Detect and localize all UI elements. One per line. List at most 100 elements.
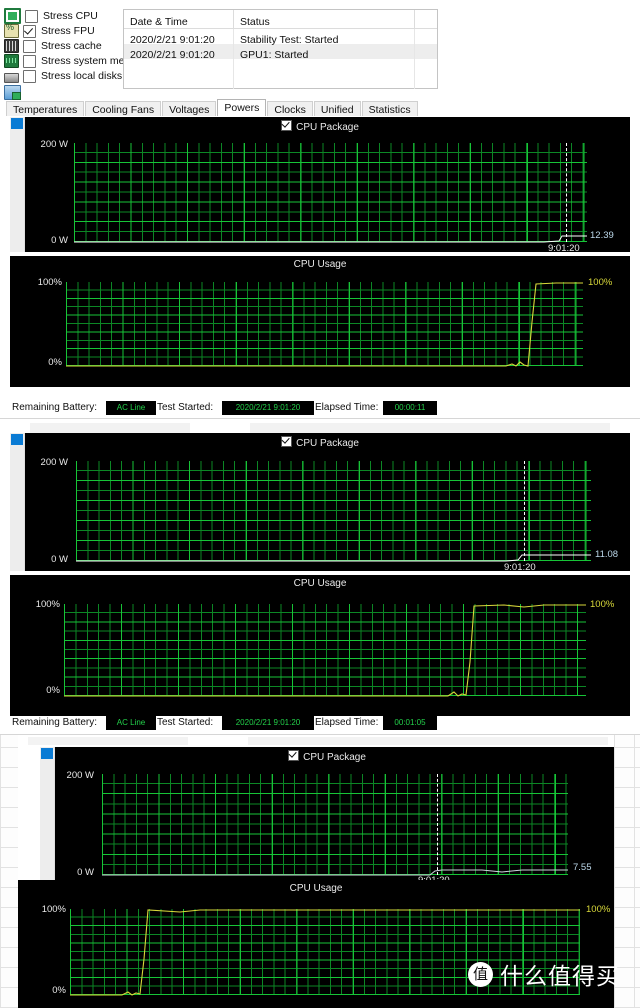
stress-option-row[interactable]: Stress FPU — [4, 22, 124, 38]
site-watermark: 值 什么值得买 — [468, 957, 620, 991]
test-started-value: 2020/2/21 9:01:20 — [222, 716, 314, 730]
cpu-package-checkbox[interactable] — [288, 750, 300, 761]
stress-option-row[interactable]: Stress local disks — [4, 69, 124, 83]
table-row-empty — [124, 74, 437, 89]
stress-option-row[interactable]: Stress CPU — [4, 8, 124, 24]
power-graph-panel-3: CPU Package 200 W 0 W 7.55 9:01:20 — [40, 747, 614, 884]
stress-option-row[interactable]: Stress system mem — [4, 54, 133, 68]
power-y-axis-min: 0 W — [77, 867, 94, 878]
stress-option-label: Stress FPU — [41, 25, 95, 37]
elapsed-time-label: Elapsed Time: — [315, 717, 379, 728]
elapsed-time-value: 00:01:05 — [383, 716, 437, 730]
power-plot-area — [74, 143, 587, 243]
power-current-value: 7.55 — [573, 862, 592, 873]
screenshot-panel-3: CPU Package 200 W 0 W 7.55 9:01:20 CPU U… — [0, 735, 640, 1008]
stress-system-mem-checkbox[interactable] — [23, 54, 36, 68]
tab-unified[interactable]: Unified — [313, 101, 361, 116]
graph-scrollbar[interactable] — [40, 747, 55, 884]
graph-scrollbar[interactable] — [10, 117, 25, 252]
stress-cpu-checkbox[interactable] — [25, 9, 38, 23]
watermark-badge-icon: 值 — [468, 961, 493, 987]
test-started-label: Test Started: — [157, 402, 214, 413]
scrollbar-thumb[interactable] — [11, 434, 23, 445]
column-header-datetime: Date & Time — [130, 16, 188, 28]
scrollbar-thumb[interactable] — [11, 118, 23, 129]
power-trace — [74, 235, 587, 243]
usage-y-axis-min: 0% — [52, 985, 66, 996]
tab-voltages[interactable]: Voltages — [162, 101, 217, 116]
stress-option-label: Stress CPU — [43, 10, 98, 22]
cpu-package-checkbox[interactable] — [281, 436, 293, 447]
battery-value: AC Line — [106, 401, 156, 415]
usage-trace — [64, 604, 586, 697]
memory-icon — [4, 54, 19, 68]
power-x-axis-timestamp: 9:01:20 — [548, 243, 580, 252]
power-x-axis-timestamp: 9:01:20 — [504, 562, 536, 571]
power-graph-title: CPU Package — [303, 752, 366, 763]
usage-y-axis-max: 100% — [35, 599, 60, 610]
power-y-axis-min: 0 W — [51, 235, 68, 246]
fpu-icon — [4, 22, 19, 38]
watermark-text: 什么值得买 — [500, 964, 620, 990]
table-row-empty — [124, 59, 437, 74]
tab-clocks[interactable]: Clocks — [267, 101, 313, 116]
power-y-axis-max: 200 W — [40, 139, 68, 150]
power-current-value: 12.39 — [590, 230, 614, 241]
status-bar-panel-1: Remaining Battery: AC Line Test Started:… — [0, 400, 640, 415]
usage-plot-area — [64, 604, 586, 697]
extra-icon-row[interactable] — [4, 84, 124, 100]
usage-plot-area — [66, 282, 583, 367]
tab-statistics[interactable]: Statistics — [361, 101, 418, 116]
screenshot-page: Stress CPU Stress FPU Stress cache Stres… — [0, 0, 640, 1008]
status-bar-panel-2: Remaining Battery: AC Line Test Started:… — [0, 715, 640, 730]
power-y-axis-min: 0 W — [51, 554, 68, 565]
stress-fpu-checkbox[interactable] — [23, 24, 36, 38]
tab-powers[interactable]: Powers — [217, 99, 267, 116]
usage-trace — [66, 282, 583, 367]
event-log-table[interactable]: Date & Time Status 2020/2/21 9:01:20 Sta… — [123, 9, 438, 89]
usage-graph-panel-2: CPU Usage 100% 0% 100% — [10, 575, 630, 716]
screenshot-panel-2: CPU Package 200 W 0 W 11.08 9:01:20 CPU … — [0, 419, 640, 735]
usage-y-axis-min: 0% — [46, 685, 60, 696]
battery-value: AC Line — [106, 716, 156, 730]
tab-bar: Temperatures Cooling Fans Voltages Power… — [6, 99, 634, 116]
usage-current-value: 100% — [588, 277, 613, 288]
cache-icon — [4, 39, 19, 53]
stress-option-label: Stress local disks — [41, 70, 123, 82]
battery-label: Remaining Battery: — [12, 402, 98, 413]
scrollbar-thumb[interactable] — [41, 748, 53, 759]
stress-local-disks-checkbox[interactable] — [23, 69, 36, 83]
usage-graph-panel-1: CPU Usage 100% 0% 100% — [10, 256, 630, 387]
app-chrome-panel-1: Stress CPU Stress FPU Stress cache Stres… — [0, 0, 640, 116]
table-row[interactable]: 2020/2/21 9:01:20 Stability Test: Starte… — [124, 29, 437, 46]
table-row[interactable]: 2020/2/21 9:01:20 GPU1: Started — [124, 44, 437, 61]
power-trace — [102, 869, 568, 876]
elapsed-time-label: Elapsed Time: — [315, 402, 379, 413]
power-plot-area — [76, 461, 591, 562]
usage-y-axis-max: 100% — [41, 904, 66, 915]
power-graph-panel-1: CPU Package 200 W 0 W 12.39 9:01:20 — [10, 117, 630, 252]
power-graph-title-row: CPU Package — [10, 436, 630, 450]
usage-graph-title: CPU Usage — [289, 883, 343, 894]
power-y-axis-max: 200 W — [66, 770, 94, 781]
tab-cooling-fans[interactable]: Cooling Fans — [85, 101, 162, 116]
usage-y-axis-max: 100% — [37, 277, 62, 288]
elapsed-time-value: 00:00:11 — [383, 401, 437, 415]
test-started-label: Test Started: — [157, 717, 214, 728]
stress-option-row[interactable]: Stress cache — [4, 39, 124, 53]
usage-graph-title: CPU Usage — [293, 259, 347, 270]
stress-options-list: Stress CPU Stress FPU Stress cache Stres… — [4, 8, 133, 100]
usage-current-value: 100% — [586, 904, 611, 915]
stress-cache-checkbox[interactable] — [23, 39, 36, 53]
power-graph-title-row: CPU Package — [40, 750, 614, 764]
graph-scrollbar[interactable] — [10, 433, 25, 571]
network-icon — [4, 84, 21, 100]
power-y-axis-max: 200 W — [40, 457, 68, 468]
battery-label: Remaining Battery: — [12, 717, 98, 728]
cropped-tab-strip — [28, 737, 608, 745]
tab-temperatures[interactable]: Temperatures — [6, 101, 85, 116]
stress-option-label: Stress cache — [41, 40, 102, 52]
cpu-package-checkbox[interactable] — [281, 120, 293, 131]
left-gutter — [0, 735, 18, 1008]
table-header-row: Date & Time Status — [124, 10, 437, 29]
